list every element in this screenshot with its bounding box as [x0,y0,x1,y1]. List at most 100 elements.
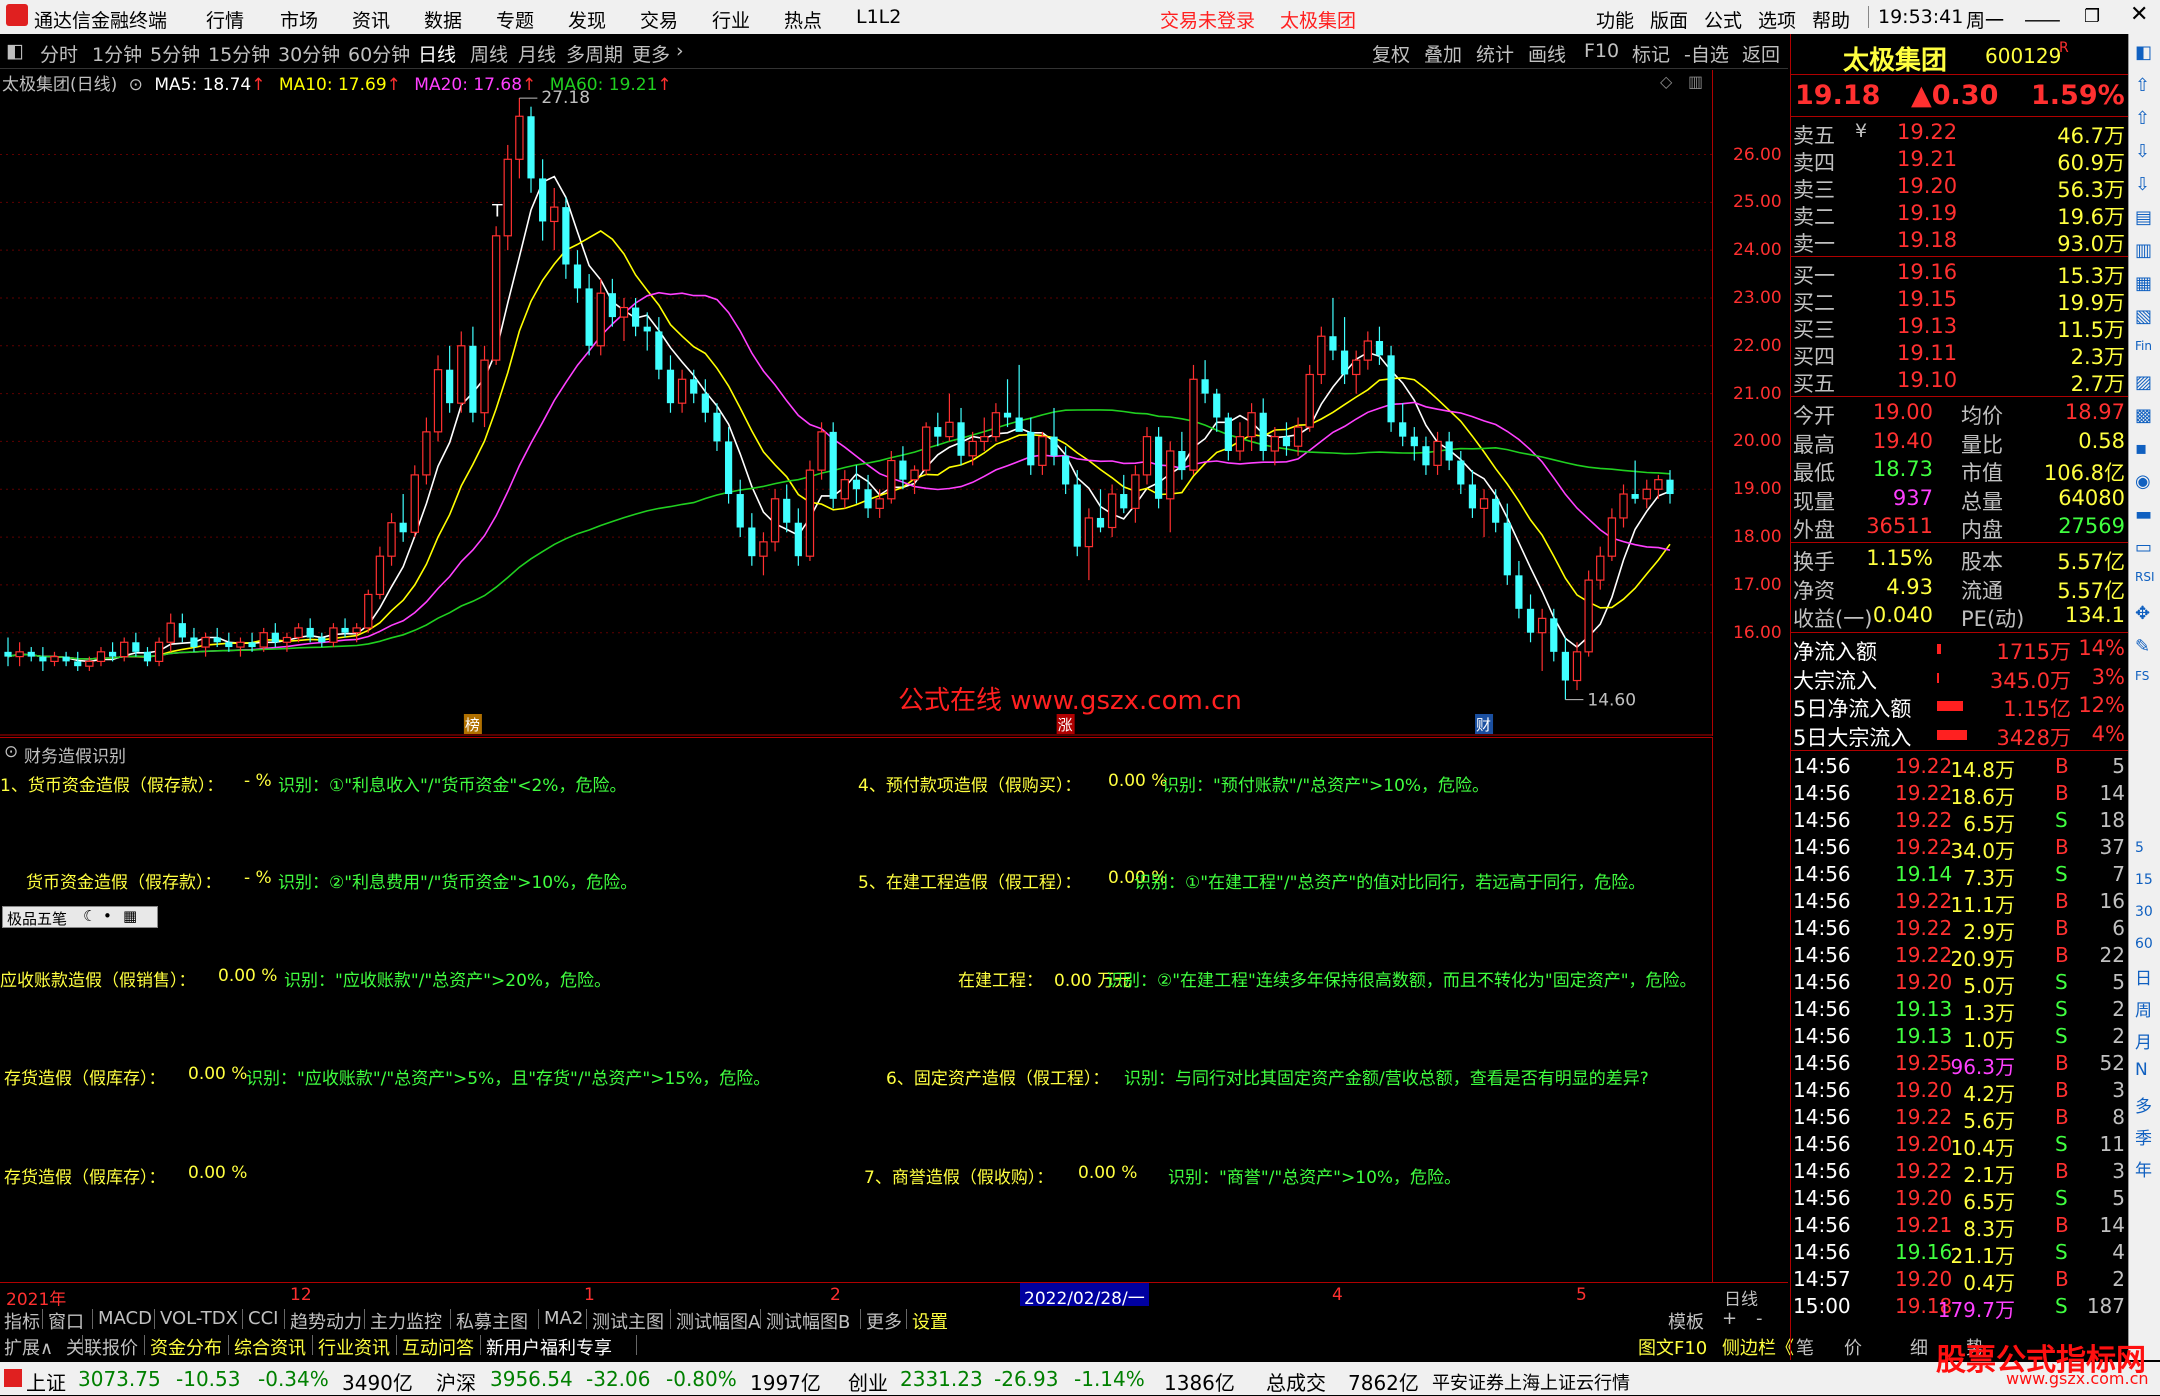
menu-gongshi[interactable]: 公式 [1704,6,1742,33]
period-shortcut[interactable]: 日 [2135,964,2152,989]
toolbar-icon[interactable]: ⇩ [2135,174,2150,195]
template-tab[interactable]: - [1756,1308,1763,1329]
menu-faxian[interactable]: 发现 [568,6,606,33]
ime-keyboard-icon[interactable]: ▦ [123,907,137,925]
extension-tab[interactable]: 扩展∧ [4,1334,53,1360]
period-5min[interactable]: 5分钟 [150,40,200,67]
menu-shuju[interactable]: 数据 [424,6,462,33]
menu-bangzhu[interactable]: 帮助 [1812,6,1850,33]
period-weekly[interactable]: 周线 [470,40,508,67]
period-shortcut[interactable]: 多 [2135,1092,2152,1117]
indicator-tab[interactable]: MA2 [544,1308,583,1329]
toolbar-icon[interactable]: ▪ [2135,438,2147,459]
toolbar-icon[interactable]: ⇩ [2135,141,2150,162]
menu-hangqing[interactable]: 行情 [206,6,244,33]
toolbar-icon[interactable]: ◉ [2135,471,2151,492]
index-cy-name[interactable]: 创业 [848,1367,888,1396]
toolbar-icon[interactable]: Fin [2135,339,2152,353]
diamond-icon[interactable]: ◇ [1660,72,1672,91]
period-monthly[interactable]: 月线 [518,40,556,67]
tool-f10[interactable]: F10 [1584,40,1619,62]
indicator-tab[interactable]: 趋势动力 [290,1308,362,1334]
restore-icon[interactable]: ❐ [2084,6,2100,27]
indicator-tab[interactable]: 测试幅图A [676,1308,760,1334]
period-shortcut[interactable]: 15 [2135,872,2153,888]
tool-biaoji[interactable]: 标记 [1632,40,1670,67]
period-daily[interactable]: 日线 [418,40,456,67]
kline-chart[interactable]: 27.1814.60T榜涨财 [0,70,1712,736]
ime-dot-icon[interactable]: • [103,907,112,925]
menu-redian[interactable]: 热点 [784,6,822,33]
ime-moon-icon[interactable]: ☾ [83,907,96,925]
ime-toolbar[interactable]: 极品五笔 ☾ • ▦ [2,906,158,928]
minimize-icon[interactable]: ⸺ [2024,2,2061,34]
period-shortcut[interactable]: 周 [2135,996,2152,1021]
menu-banmian[interactable]: 版面 [1650,6,1688,33]
toolbar-icon[interactable]: ▤ [2135,207,2152,228]
tool-fuquan[interactable]: 复权 [1372,40,1410,67]
toolbar-icon[interactable]: ✥ [2135,603,2150,624]
toolbar-icon[interactable]: FS [2135,669,2149,683]
sidebar-tab[interactable]: 侧边栏《 [1722,1334,1794,1360]
period-multi[interactable]: 多周期 [566,40,623,67]
menu-l1l2[interactable]: L1L2 [856,6,901,28]
period-1min[interactable]: 1分钟 [92,40,142,67]
period-60min[interactable]: 60分钟 [348,40,410,67]
tool-zixuan[interactable]: -自选 [1684,40,1729,67]
menu-hangye[interactable]: 行业 [712,6,750,33]
period-shortcut[interactable]: N [2135,1060,2148,1080]
indicator-tab[interactable]: 设置 [912,1308,948,1334]
collapse-icon[interactable]: ⊙ [4,742,18,762]
toolbar-icon[interactable]: ▧ [2135,306,2152,327]
toolbar-icon[interactable]: ⇧ [2135,75,2150,96]
login-status[interactable]: 交易未登录 [1160,6,1255,33]
tool-fanhui[interactable]: 返回 [1742,40,1780,67]
period-shortcut[interactable]: 季 [2135,1124,2152,1149]
toolbar-icon[interactable]: ✎ [2135,636,2150,657]
menu-zixun[interactable]: 资讯 [352,6,390,33]
indicator-tab[interactable]: 指标 [4,1308,40,1334]
extension-tab[interactable]: 互动问答 [402,1334,474,1360]
toolbar-icon[interactable]: ▩ [2135,405,2152,426]
tool-tongji[interactable]: 统计 [1476,40,1514,67]
toolbar-icon[interactable]: ▭ [2135,537,2152,558]
toolbar-icon[interactable]: ▬ [2135,504,2152,525]
indicator-tab[interactable]: 更多 [866,1308,902,1334]
toolbar-icon[interactable]: ◧ [2135,42,2152,63]
indicator-tab[interactable]: VOL-TDX [160,1308,238,1329]
index-sh-name[interactable]: 上证 [26,1367,66,1396]
menu-jiaoyi[interactable]: 交易 [640,6,678,33]
period-shortcut[interactable]: 60 [2135,936,2153,952]
dropdown-icon[interactable]: ⊙ [129,75,143,95]
extension-tab[interactable]: 关联报价 [66,1334,138,1360]
extension-tab[interactable]: 新用户福利专享 [486,1334,612,1360]
tool-diejia[interactable]: 叠加 [1424,40,1462,67]
period-more[interactable]: 更多 [632,40,670,67]
menu-zhuanti[interactable]: 专题 [496,6,534,33]
period-15min[interactable]: 15分钟 [208,40,270,67]
indicator-tab[interactable]: 测试主图 [592,1308,664,1334]
close-icon[interactable]: ✕ [2130,2,2148,27]
menu-xuanxiang[interactable]: 选项 [1758,6,1796,33]
toolbar-icon[interactable]: RSI [2135,570,2155,584]
indicator-tab[interactable]: 私募主图 [456,1308,528,1334]
toolbar-icon[interactable]: ⇧ [2135,108,2150,129]
extension-tab[interactable]: 资金分布 [150,1334,222,1360]
menu-shichang[interactable]: 市场 [280,6,318,33]
indicator-tab[interactable]: CCI [248,1308,278,1329]
index-hs-name[interactable]: 沪深 [436,1367,476,1396]
period-30min[interactable]: 30分钟 [278,40,340,67]
period-fenshi[interactable]: 分时 [40,40,78,67]
period-shortcut[interactable]: 30 [2135,904,2153,920]
indicator-tab[interactable]: 测试幅图B [766,1308,850,1334]
extension-tab[interactable]: 行业资讯 [318,1334,390,1360]
extension-tab[interactable]: 综合资讯 [234,1334,306,1360]
template-tab[interactable]: 模板 [1668,1308,1704,1334]
menu-gongneng[interactable]: 功能 [1596,6,1634,33]
indicator-tab[interactable]: 窗口 [48,1308,84,1334]
period-shortcut[interactable]: 年 [2135,1156,2152,1181]
server-name[interactable]: 平安证券上海上证云行情 [1432,1369,1630,1395]
panel-toggle-icon[interactable]: ◧ [6,40,24,62]
indicator-tab[interactable]: MACD [98,1308,152,1329]
indicator-tab[interactable]: 主力监控 [370,1308,442,1334]
